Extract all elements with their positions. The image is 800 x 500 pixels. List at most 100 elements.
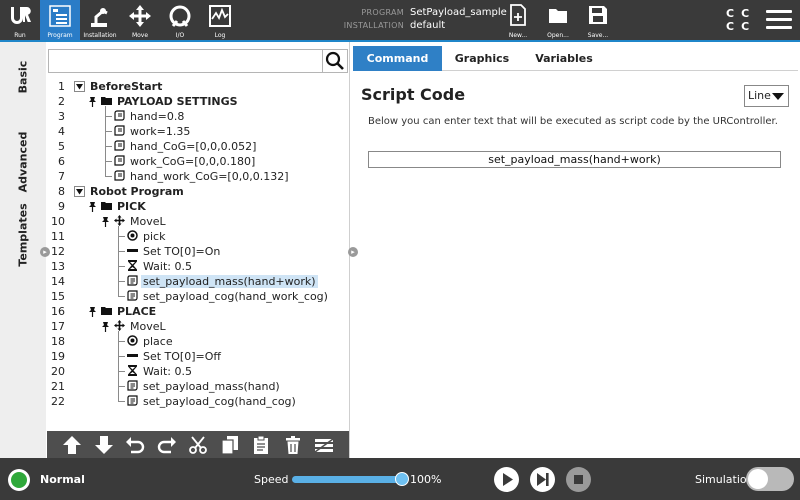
tree-row[interactable]: 8 Robot Program	[47, 184, 349, 199]
tree-row[interactable]: 4 work=1.35	[47, 124, 349, 139]
tab-graphics[interactable]: Graphics	[442, 46, 522, 71]
tree-row[interactable]: 11 pick	[47, 229, 349, 244]
simulation-toggle[interactable]	[746, 467, 794, 491]
tree-node[interactable]: PICK	[101, 199, 148, 214]
stop-button[interactable]	[566, 467, 591, 492]
tree-row[interactable]: 1 BeforeStart	[47, 79, 349, 94]
pin-icon[interactable]	[100, 321, 111, 332]
tree-row[interactable]: 18 place	[47, 334, 349, 349]
tree-node[interactable]: PAYLOAD SETTINGS	[101, 94, 240, 109]
collapse-toggle-icon[interactable]	[74, 81, 85, 92]
robot-status-button[interactable]	[8, 469, 30, 491]
search-input[interactable]	[49, 50, 323, 72]
tree-node[interactable]: set_payload_mass(hand+work)	[127, 274, 318, 289]
pin-icon[interactable]	[87, 201, 98, 212]
nav-io-button[interactable]: I/O	[160, 0, 200, 41]
tree-row[interactable]: 19 Set TO[0]=Off	[47, 349, 349, 364]
tree-row[interactable]: 13 Wait: 0.5	[47, 259, 349, 274]
pin-icon[interactable]	[87, 306, 98, 317]
tree-node-label: MoveL	[130, 215, 166, 228]
copy-button[interactable]	[219, 435, 241, 455]
tree-node[interactable]: place	[127, 334, 175, 349]
tree-row[interactable]: 21 set_payload_mass(hand)	[47, 379, 349, 394]
undo-button[interactable]	[124, 435, 146, 455]
tree-node[interactable]: MoveL	[114, 214, 168, 229]
delete-button[interactable]	[282, 435, 304, 455]
tree-node[interactable]: set_payload_cog(hand_cog)	[127, 394, 298, 409]
installation-name: default	[410, 20, 446, 31]
tree-node[interactable]: PLACE	[101, 304, 158, 319]
tree-node[interactable]: hand=0.8	[114, 109, 186, 124]
tree-row[interactable]: 20 Wait: 0.5	[47, 364, 349, 379]
new-file-icon	[510, 4, 526, 26]
move-down-button[interactable]	[93, 435, 115, 455]
tree-node[interactable]: set_payload_mass(hand)	[127, 379, 282, 394]
play-button[interactable]	[494, 467, 519, 492]
tree-node[interactable]: pick	[127, 229, 167, 244]
speed-value: 100%	[410, 473, 442, 486]
hamburger-menu-icon[interactable]	[766, 10, 792, 32]
script-mode-select[interactable]: Line	[744, 85, 789, 107]
tree-row[interactable]: 2 PAYLOAD SETTINGS	[47, 94, 349, 109]
tree-row[interactable]: 12 Set TO[0]=On	[47, 244, 349, 259]
nav-installation-button[interactable]: Installation	[80, 0, 120, 41]
tree-node[interactable]: MoveL	[114, 319, 168, 334]
tree-node[interactable]: work=1.35	[114, 124, 192, 139]
tree-node[interactable]: work_CoG=[0,0,0.180]	[114, 154, 257, 169]
tree-node[interactable]: hand_CoG=[0,0,0.052]	[114, 139, 258, 154]
tree-row[interactable]: 10 MoveL	[47, 214, 349, 229]
nav-log-button[interactable]: Log	[200, 0, 240, 41]
tab-command[interactable]: Command	[353, 46, 442, 71]
program-key: PROGRAM	[361, 8, 404, 17]
cut-button[interactable]	[187, 435, 209, 455]
tree-node[interactable]: set_payload_cog(hand_work_cog)	[127, 289, 330, 304]
tree-node[interactable]: Set TO[0]=On	[127, 244, 222, 259]
tree-row[interactable]: 22 set_payload_cog(hand_cog)	[47, 394, 349, 409]
tree-node[interactable]: Wait: 0.5	[127, 364, 194, 379]
tree-row[interactable]: 3 hand=0.8	[47, 109, 349, 124]
tree-node[interactable]: Set TO[0]=Off	[127, 349, 223, 364]
search-button[interactable]	[323, 50, 347, 72]
pin-icon[interactable]	[100, 216, 111, 227]
line-number: 6	[58, 155, 65, 168]
log-icon	[209, 5, 231, 27]
tree-row[interactable]: 9 PICK	[47, 199, 349, 214]
pin-icon[interactable]	[87, 96, 98, 107]
tree-row[interactable]: 15 set_payload_cog(hand_work_cog)	[47, 289, 349, 304]
redo-button[interactable]	[156, 435, 178, 455]
tab-variables[interactable]: Variables	[522, 46, 606, 71]
tree-row[interactable]: 17 MoveL	[47, 319, 349, 334]
script-code-field[interactable]: set_payload_mass(hand+work)	[368, 151, 781, 168]
move-up-button[interactable]	[61, 435, 83, 455]
tab-templates[interactable]: Templates	[0, 203, 46, 266]
speed-slider-handle[interactable]	[395, 472, 409, 486]
step-button[interactable]	[530, 467, 555, 492]
suppress-button[interactable]	[313, 435, 335, 455]
new-button[interactable]: New...	[503, 3, 533, 39]
installation-key: INSTALLATION	[343, 21, 404, 30]
tab-basic[interactable]: Basic	[0, 47, 46, 107]
collapse-toggle-icon[interactable]	[74, 186, 85, 197]
tree-row[interactable]: 16 PLACE	[47, 304, 349, 319]
save-icon	[589, 6, 607, 24]
line-number: 18	[51, 335, 65, 348]
tree-row[interactable]: 7 hand_work_CoG=[0,0,0.132]	[47, 169, 349, 184]
tree-row[interactable]: 14 set_payload_mass(hand+work)	[47, 274, 349, 289]
open-button[interactable]: Open...	[543, 3, 573, 39]
tab-advanced[interactable]: Advanced	[0, 132, 46, 193]
save-button[interactable]: Save...	[583, 3, 613, 39]
tree-node[interactable]: Wait: 0.5	[127, 259, 194, 274]
tree-row[interactable]: 6 work_CoG=[0,0,0.180]	[47, 154, 349, 169]
nav-program-button[interactable]: Program	[40, 0, 80, 41]
tree-node[interactable]: hand_work_CoG=[0,0,0.132]	[114, 169, 291, 184]
tree-node[interactable]: Robot Program	[88, 184, 186, 199]
tree-node-label: PAYLOAD SETTINGS	[117, 95, 238, 108]
tree-row[interactable]: 5 hand_CoG=[0,0,0.052]	[47, 139, 349, 154]
paste-button[interactable]	[250, 435, 272, 455]
tree-node[interactable]: BeforeStart	[88, 79, 164, 94]
nav-move-button[interactable]: Move	[120, 0, 160, 41]
speed-slider[interactable]	[292, 472, 409, 486]
collapse-right-icon[interactable]: ▸	[348, 247, 358, 257]
nav-move-label: Move	[131, 32, 149, 39]
nav-run-button[interactable]: Run	[0, 0, 40, 41]
